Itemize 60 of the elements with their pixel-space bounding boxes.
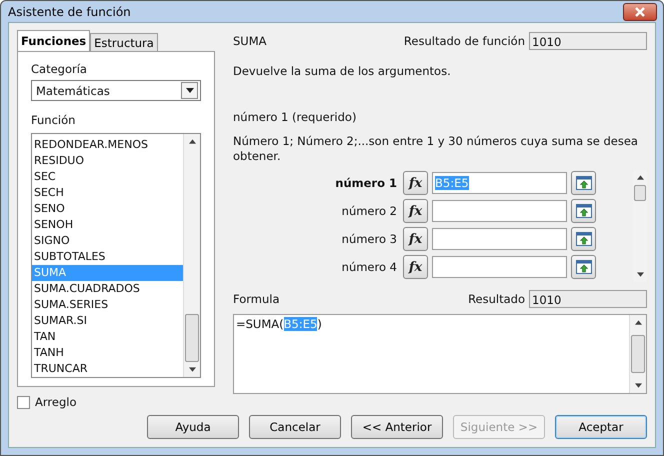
argument-field[interactable] — [432, 256, 567, 278]
category-dropdown[interactable]: Matemáticas — [31, 80, 201, 101]
argument-field[interactable] — [432, 200, 567, 222]
dropdown-arrow-icon — [186, 88, 194, 93]
checkbox[interactable] — [17, 396, 30, 408]
list-item[interactable]: SENOH — [32, 217, 183, 233]
dialog-button[interactable]: Ayuda — [147, 415, 239, 439]
tab[interactable]: Estructura — [90, 33, 158, 51]
function-button[interactable]: fx — [403, 255, 428, 279]
function-button[interactable]: fx — [403, 199, 428, 223]
list-item[interactable]: SECH — [32, 185, 183, 201]
shrink-button[interactable] — [571, 199, 596, 223]
function-name: SUMA — [233, 34, 268, 48]
function-description: Devuelve la suma de los argumentos. — [233, 64, 452, 78]
scroll-up-icon — [188, 139, 196, 144]
result-field: 1010 — [529, 290, 647, 308]
dialog-button[interactable]: Aceptar — [555, 415, 647, 439]
list-item[interactable]: TRUNCAR — [32, 361, 183, 377]
list-item[interactable]: SUMAR.SI — [32, 313, 183, 329]
list-item[interactable]: SUMA.SERIES — [32, 297, 183, 313]
shrink-button[interactable] — [571, 171, 596, 195]
argument-label: número 2 — [340, 204, 398, 218]
scroll-down-icon — [636, 272, 644, 277]
formula-label: Formula — [233, 292, 280, 306]
list-item[interactable]: TAN — [32, 329, 183, 345]
list-item[interactable]: SUBTOTALES — [32, 249, 183, 265]
list-item[interactable]: RESIDUO — [32, 153, 183, 169]
result-label: Resultado — [468, 292, 525, 306]
list-item[interactable]: SENO — [32, 201, 183, 217]
scrollbar[interactable] — [183, 134, 200, 377]
category-label: Categoría — [31, 62, 88, 76]
list-item[interactable]: REDONDEAR.MENOS — [32, 137, 183, 153]
list-item[interactable]: SEC — [32, 169, 183, 185]
scroll-up-icon — [636, 175, 644, 180]
dialog-button[interactable]: Cancelar — [249, 415, 341, 439]
shrink-button[interactable] — [571, 227, 596, 251]
list-item[interactable]: TANH — [32, 345, 183, 361]
close-icon — [634, 6, 646, 16]
argument-field[interactable] — [432, 228, 567, 250]
argument-title: número 1 (requerido) — [233, 110, 358, 124]
scroll-down-icon — [188, 367, 196, 372]
window-title: Asistente de función — [8, 4, 131, 18]
function-label: Función — [31, 113, 76, 127]
scroll-thumb[interactable] — [634, 185, 646, 201]
argument-label: número 3 — [340, 232, 398, 246]
shrink-button[interactable] — [571, 255, 596, 279]
argument-description: Número 1; Número 2;...son entre 1 y 30 números cuya suma se desea obtener. — [233, 134, 639, 164]
close-button[interactable] — [623, 2, 657, 20]
function-button[interactable]: fx — [403, 171, 428, 195]
list-item[interactable]: SIGNO — [32, 233, 183, 249]
tab[interactable]: Funciones — [17, 30, 90, 51]
function-result-label: Resultado de función — [404, 34, 525, 48]
function-button[interactable]: fx — [403, 227, 428, 251]
scroll-thumb[interactable] — [185, 314, 199, 362]
argument-label: número 1 — [334, 176, 398, 190]
argument-label: número 4 — [340, 260, 398, 274]
list-item[interactable]: SUMA.CUADRADOS — [32, 281, 183, 297]
function-result-field: 1010 — [529, 32, 647, 50]
dialog-button[interactable]: << Anterior — [351, 415, 443, 439]
checkbox-label: Arreglo — [35, 395, 76, 409]
